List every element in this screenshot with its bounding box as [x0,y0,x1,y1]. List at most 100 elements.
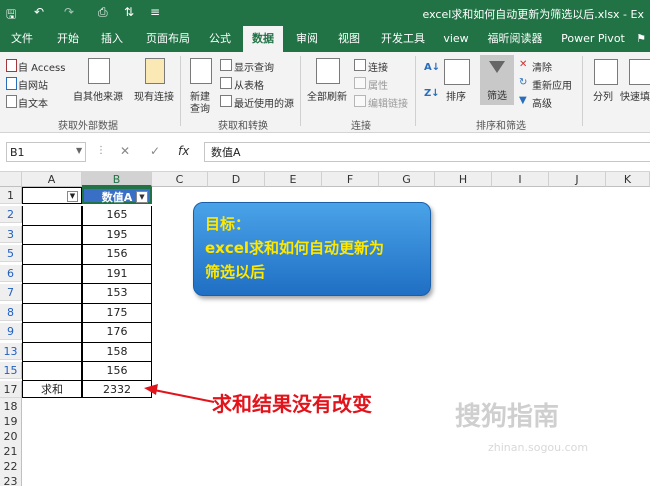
tab-developer[interactable]: 开发工具 [374,26,432,52]
select-all-corner[interactable] [0,172,22,187]
cell-b[interactable]: 156 [82,362,152,381]
cell-a[interactable] [22,284,82,304]
tab-home[interactable]: 开始 [48,26,88,52]
column-header-a[interactable]: A [22,172,82,187]
lightbulb-icon[interactable]: ⚑ [632,26,650,52]
tab-data[interactable]: 数据 [243,26,283,52]
tab-formulas[interactable]: 公式 [202,26,238,52]
formula-input[interactable]: 数值A [204,142,650,162]
tab-power-pivot[interactable]: Power Pivot [556,26,630,52]
row-header[interactable]: 9 [0,323,22,340]
column-header-j[interactable]: J [549,172,606,187]
formula-bar: B1 ▼ ⋮ ✕ ✓ fx 数值A [0,133,650,172]
clear-button[interactable]: 清除 [532,59,552,74]
cell-a[interactable] [22,245,82,265]
column-header-b[interactable]: B [82,172,152,187]
existing-connections-button[interactable]: 现有连接 [134,88,174,103]
cell-b1[interactable]: 数值A ▼ [82,187,152,204]
chevron-down-icon[interactable]: ▼ [76,146,82,155]
tab-insert[interactable]: 插入 [92,26,132,52]
flash-fill-button[interactable]: 快速填 [620,88,650,103]
cell-a[interactable] [22,226,82,245]
sum-label-cell[interactable]: 求和 [22,381,82,398]
row-header[interactable]: 2 [0,206,22,223]
customize-qat-icon[interactable]: ≡ [150,5,160,19]
sort-za-icon[interactable]: Z↓ [424,88,440,99]
show-queries-button[interactable]: 显示查询 [234,59,274,74]
edit-links-button[interactable]: 编辑链接 [368,95,408,110]
other-sources-button[interactable]: 自其他来源 [73,88,123,103]
filter-applied-icon[interactable]: ▼ [136,191,148,203]
column-header-f[interactable]: F [322,172,379,187]
column-header-d[interactable]: D [208,172,265,187]
row-header[interactable]: 7 [0,284,22,301]
print-preview-icon[interactable]: ⎙ [98,5,108,20]
row-header[interactable]: 15 [0,362,22,379]
recent-sources-button[interactable]: 最近使用的源 [234,95,294,110]
redo-icon[interactable]: ↷ [64,5,74,19]
filter-dropdown-icon[interactable]: ▼ [67,191,78,202]
reapply-button[interactable]: 重新应用 [532,77,572,92]
save-icon[interactable]: 🖫 [6,5,16,26]
cell-b[interactable]: 153 [82,284,152,304]
cell-b[interactable]: 175 [82,304,152,323]
cell-a1[interactable]: ▼ [22,187,82,204]
tab-foxit-reader[interactable]: 福昕阅读器 [482,26,548,52]
column-header-e[interactable]: E [265,172,322,187]
insert-function-icon[interactable]: fx [178,144,189,158]
refresh-all-button[interactable]: 全部刷新 [307,88,347,103]
cell-a[interactable] [22,343,82,362]
sort-az-icon[interactable]: A↓ [424,62,440,73]
undo-icon[interactable]: ↶ [34,5,44,19]
text-to-columns-button[interactable]: 分列 [593,88,613,103]
sort-button[interactable]: 排序 [446,88,466,103]
new-query-button-line2[interactable]: 查询 [190,100,210,115]
cell-a[interactable] [22,362,82,381]
cell-a[interactable] [22,323,82,343]
group-label-connections: 连接 [351,121,371,132]
tab-view-en[interactable]: view [438,26,474,52]
tab-review[interactable]: 审阅 [290,26,324,52]
cell-a[interactable] [22,265,82,284]
filter-button[interactable]: 筛选 [480,55,514,105]
row-header[interactable]: 1 [0,187,22,204]
cancel-icon[interactable]: ✕ [120,144,130,158]
show-queries-icon [220,59,232,71]
cell-b[interactable]: 158 [82,343,152,362]
cell-a[interactable] [22,206,82,226]
row-header[interactable]: 3 [0,226,22,243]
more-icon: ⋮ [96,145,106,156]
cell-b[interactable]: 156 [82,245,152,265]
column-header-g[interactable]: G [379,172,435,187]
column-header-c[interactable]: C [152,172,208,187]
tab-view[interactable]: 视图 [332,26,366,52]
row-header[interactable]: 8 [0,304,22,321]
column-header-i[interactable]: I [492,172,549,187]
row-header[interactable]: 5 [0,245,22,262]
callout-line2: excel求和如何自动更新为 [205,239,385,257]
enter-icon[interactable]: ✓ [150,144,160,158]
cell-b[interactable]: 165 [82,206,152,226]
from-web-button[interactable]: 自网站 [18,77,48,92]
properties-button[interactable]: 属性 [368,77,388,92]
sort-icon[interactable]: ⇅ [124,5,134,19]
filter-button-label: 筛选 [487,91,507,102]
column-header-h[interactable]: H [435,172,492,187]
column-header-k[interactable]: K [606,172,650,187]
connections-button[interactable]: 连接 [368,59,388,74]
cell-a[interactable] [22,304,82,323]
advanced-button[interactable]: 高级 [532,95,552,110]
tab-page-layout[interactable]: 页面布局 [137,26,199,52]
cell-b[interactable]: 176 [82,323,152,343]
from-text-button[interactable]: 自文本 [18,95,48,110]
from-access-button[interactable]: 自 Access [18,59,65,74]
name-box[interactable]: B1 [6,142,86,162]
row-header[interactable]: 17 [0,381,22,398]
row-header[interactable]: 6 [0,265,22,282]
from-table-button[interactable]: 从表格 [234,77,264,92]
row-header[interactable]: 23 [0,473,22,486]
row-header[interactable]: 13 [0,343,22,360]
cell-b[interactable]: 195 [82,226,152,245]
tab-file[interactable]: 文件 [0,26,44,52]
cell-b[interactable]: 191 [82,265,152,284]
